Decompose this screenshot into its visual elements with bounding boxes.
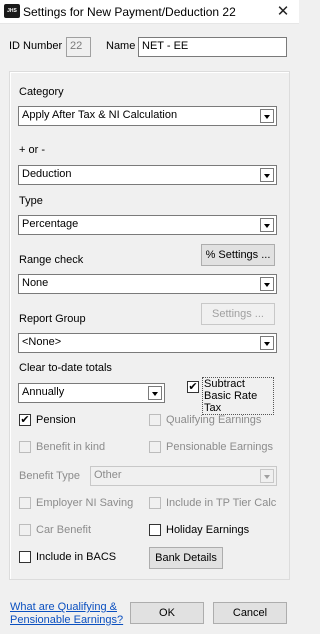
- qualifying-earnings-checkbox[interactable]: [149, 414, 161, 426]
- pensionable-earnings-checkbox[interactable]: [149, 441, 161, 453]
- type-label: Type: [19, 195, 43, 207]
- qualifying-earnings-label: Qualifying Earnings: [166, 414, 262, 426]
- benefit-type-value: Other: [94, 469, 122, 481]
- holiday-earnings-checkbox[interactable]: [149, 524, 161, 536]
- employer-ni-saving-label: Employer NI Saving: [36, 497, 134, 509]
- plus-minus-value: Deduction: [22, 168, 72, 180]
- subtract-basic-rate-tax-checkbox[interactable]: ✔: [187, 381, 199, 393]
- chevron-down-icon: [260, 218, 274, 232]
- benefit-in-kind-checkbox[interactable]: [19, 441, 31, 453]
- include-tp-tier-label: Include in TP Tier Calc: [166, 497, 277, 509]
- category-value: Apply After Tax & NI Calculation: [22, 109, 178, 121]
- chevron-down-icon: [260, 469, 274, 483]
- car-benefit-checkbox[interactable]: [19, 524, 31, 536]
- percent-settings-button[interactable]: % Settings ...: [201, 244, 275, 266]
- holiday-earnings-label: Holiday Earnings: [166, 524, 250, 536]
- benefit-type-select[interactable]: Other: [90, 466, 277, 486]
- chevron-down-icon: [260, 336, 274, 350]
- clear-totals-value: Annually: [22, 386, 65, 398]
- pensionable-earnings-label: Pensionable Earnings: [166, 441, 274, 453]
- chevron-down-icon: [260, 168, 274, 182]
- bank-details-button[interactable]: Bank Details: [149, 547, 223, 569]
- chevron-down-icon: [260, 277, 274, 291]
- range-check-label: Range check: [19, 254, 84, 266]
- chevron-down-icon: [148, 386, 162, 400]
- type-select[interactable]: Percentage: [18, 215, 277, 235]
- report-group-label: Report Group: [19, 313, 86, 325]
- range-check-value: None: [22, 277, 49, 289]
- app-icon: JHS: [4, 4, 20, 18]
- clear-totals-select[interactable]: Annually: [18, 383, 165, 403]
- id-number-label: ID Number: [9, 40, 63, 52]
- chevron-down-icon: [260, 109, 274, 123]
- report-group-value: <None>: [22, 336, 62, 348]
- name-input[interactable]: NET - EE: [138, 37, 287, 57]
- help-link-line-1: What are Qualifying &: [10, 601, 117, 613]
- category-select[interactable]: Apply After Tax & NI Calculation: [18, 106, 277, 126]
- report-group-select[interactable]: <None>: [18, 333, 277, 353]
- subtract-basic-rate-tax-label: Subtract Basic Rate Tax: [202, 377, 274, 415]
- pension-checkbox[interactable]: ✔: [19, 414, 31, 426]
- check-mark-icon: ✔: [188, 381, 198, 393]
- name-label: Name: [106, 40, 136, 52]
- range-check-select[interactable]: None: [18, 274, 277, 294]
- pension-label: Pension: [36, 414, 76, 426]
- include-bacs-checkbox[interactable]: [19, 551, 31, 563]
- benefit-type-label: Benefit Type: [19, 470, 80, 482]
- check-mark-icon: ✔: [20, 414, 30, 426]
- car-benefit-label: Car Benefit: [36, 524, 92, 536]
- report-group-settings-button[interactable]: Settings ...: [201, 303, 275, 325]
- clear-totals-label: Clear to-date totals: [19, 362, 112, 374]
- window-title: Settings for New Payment/Deduction 22: [23, 5, 236, 19]
- type-value: Percentage: [22, 218, 79, 230]
- include-bacs-label: Include in BACS: [36, 551, 117, 563]
- plus-minus-label: + or -: [19, 144, 45, 156]
- help-link-line-2: Pensionable Earnings?: [10, 614, 124, 626]
- title-bar: JHS Settings for New Payment/Deduction 2…: [0, 0, 299, 24]
- plus-minus-select[interactable]: Deduction: [18, 165, 277, 185]
- employer-ni-saving-checkbox[interactable]: [19, 497, 31, 509]
- ok-button[interactable]: OK: [130, 602, 204, 624]
- benefit-in-kind-label: Benefit in kind: [36, 441, 106, 453]
- id-number-field: 22: [66, 37, 91, 57]
- qualifying-earnings-help-link[interactable]: What are Qualifying & Pensionable Earnin…: [10, 601, 123, 627]
- include-tp-tier-checkbox[interactable]: [149, 497, 161, 509]
- category-label: Category: [19, 86, 64, 98]
- cancel-button[interactable]: Cancel: [213, 602, 287, 624]
- close-button[interactable]: ✕: [267, 0, 299, 24]
